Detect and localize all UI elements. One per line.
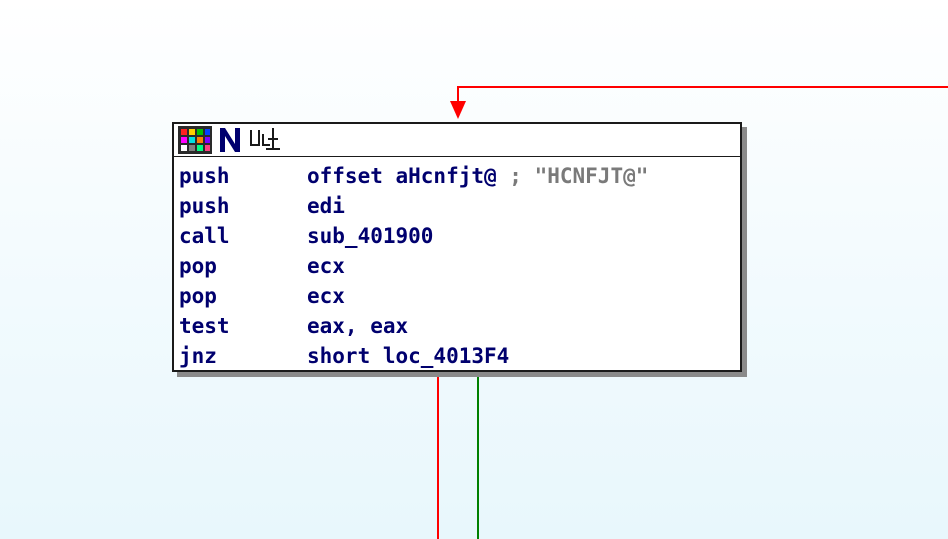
operand[interactable]: offset aHcnfjt@ bbox=[307, 161, 497, 191]
color-grid-icon[interactable] bbox=[178, 126, 212, 154]
incoming-edge-arrow bbox=[450, 101, 466, 119]
n-icon[interactable] bbox=[218, 126, 242, 154]
instruction-line[interactable]: push offset aHcnfjt@ ; "HCNFJT@" bbox=[179, 161, 740, 191]
mnemonic[interactable]: jnz bbox=[179, 341, 307, 371]
mnemonic[interactable]: push bbox=[179, 161, 307, 191]
operand[interactable]: eax, eax bbox=[307, 311, 408, 341]
operand[interactable]: ecx bbox=[307, 251, 345, 281]
node-header[interactable] bbox=[174, 124, 740, 157]
comment: ; "HCNFJT@" bbox=[496, 164, 649, 188]
instruction-line[interactable]: test eax, eax bbox=[179, 311, 740, 341]
operand[interactable]: short loc_4013F4 bbox=[307, 341, 509, 371]
instruction-line[interactable]: call sub_401900 bbox=[179, 221, 740, 251]
operand[interactable]: sub_401900 bbox=[307, 221, 433, 251]
instruction-line[interactable]: push edi bbox=[179, 191, 740, 221]
mnemonic[interactable]: pop bbox=[179, 281, 307, 311]
code-block-node[interactable]: push offset aHcnfjt@ ; "HCNFJT@" push edi … bbox=[172, 122, 742, 372]
mnemonic[interactable]: call bbox=[179, 221, 307, 251]
operand[interactable]: ecx bbox=[307, 281, 345, 311]
graph-nodes-icon[interactable] bbox=[248, 126, 282, 154]
instruction-line[interactable]: jnz short loc_4013F4 bbox=[179, 341, 740, 371]
instruction-line[interactable]: pop ecx bbox=[179, 281, 740, 311]
mnemonic[interactable]: test bbox=[179, 311, 307, 341]
mnemonic[interactable]: pop bbox=[179, 251, 307, 281]
instruction-line[interactable]: pop ecx bbox=[179, 251, 740, 281]
incoming-edge[interactable] bbox=[457, 86, 948, 110]
mnemonic[interactable]: push bbox=[179, 191, 307, 221]
instruction-list: push offset aHcnfjt@ ; "HCNFJT@" push edi … bbox=[174, 157, 740, 371]
operand[interactable]: edi bbox=[307, 191, 345, 221]
